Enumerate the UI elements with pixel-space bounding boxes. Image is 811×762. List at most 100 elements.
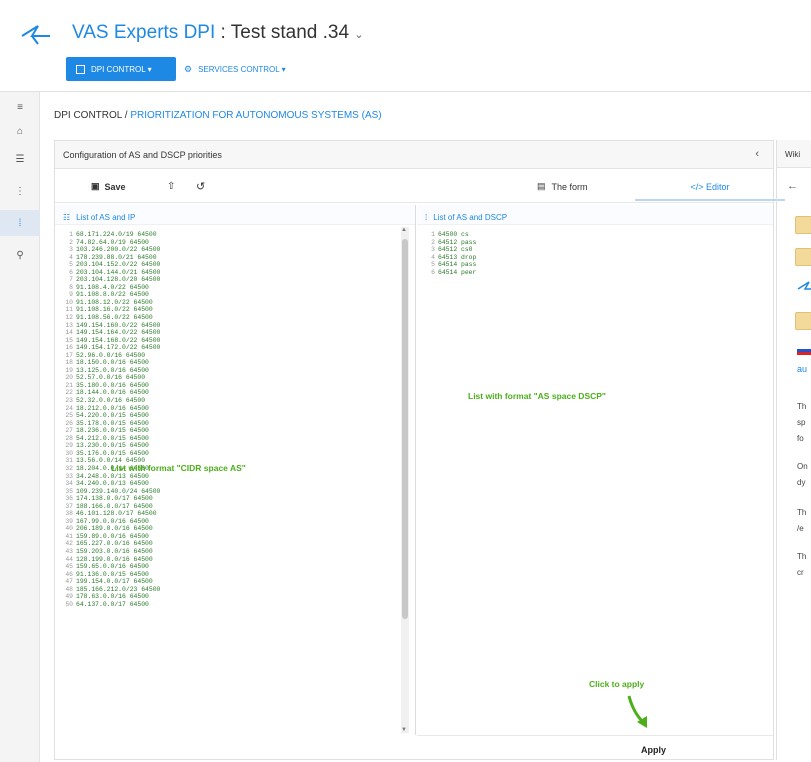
dpi-control-menu-button[interactable]: DPI CONTROL ▾	[66, 57, 176, 81]
chevron-down-icon[interactable]: ⌄	[354, 29, 363, 41]
wiki-chip[interactable]	[795, 248, 811, 266]
flag-icon[interactable]	[797, 346, 811, 355]
menu-icon[interactable]: ≡	[0, 94, 40, 120]
code-text: 128.199.0.0/16 64500	[76, 555, 153, 563]
arrow-left-icon[interactable]: ←	[787, 180, 798, 192]
scrollbar-thumb[interactable]	[402, 239, 408, 619]
code-text: 52.57.0.0/16 64500	[76, 374, 146, 382]
wiki-chip[interactable]	[795, 216, 811, 234]
line-number: 4	[69, 253, 73, 261]
editor-divider	[415, 205, 416, 735]
wiki-text: dy	[797, 478, 806, 487]
form-icon: ▤	[537, 181, 546, 191]
line-number: 5	[69, 261, 73, 269]
services-control-label: SERVICES CONTROL ▾	[198, 64, 286, 74]
code-text: 199.154.0.0/17 64500	[76, 578, 153, 586]
line-number: 6	[431, 268, 435, 276]
code-line: 21 35.180.0.0/16 64500	[61, 382, 401, 390]
code-text: 74.82.64.0/19 64500	[76, 238, 149, 246]
code-text: 91.136.0.0/15 64500	[76, 570, 149, 578]
code-text: 18.150.0.0/16 64500	[76, 359, 149, 367]
code-line: 2 74.82.64.0/19 64500	[61, 239, 401, 247]
tab-form[interactable]: ▤ The form	[537, 181, 588, 192]
app-title[interactable]: VAS Experts DPI : Test stand .34 ⌄	[72, 22, 364, 44]
code-text: 206.189.0.0/16 64500	[76, 525, 153, 533]
save-button[interactable]: ▣ Save	[91, 181, 126, 192]
code-text: 54.212.0.0/15 64500	[76, 434, 149, 442]
footer-divider	[417, 735, 773, 736]
editor-scrollbar[interactable]: ▲ ▼	[401, 227, 409, 733]
code-line: 48 185.166.212.0/23 64500	[61, 586, 401, 594]
line-number: 22	[65, 389, 73, 397]
brand-name: VAS Experts DPI	[72, 22, 216, 43]
code-line: 12 91.108.56.0/22 64500	[61, 314, 401, 322]
list-icon[interactable]: ☰	[0, 146, 40, 172]
services-control-menu-button[interactable]: ⚙ SERVICES CONTROL ▾	[184, 57, 286, 81]
line-number: 29	[65, 442, 73, 450]
home-icon[interactable]: ⌂	[0, 118, 40, 144]
code-line: 15 149.154.168.0/22 64500	[61, 337, 401, 345]
code-text: 109.239.140.0/24 64500	[76, 487, 161, 495]
chart-icon[interactable]: ⋮	[0, 178, 40, 204]
code-line: 1 68.171.224.0/19 64500	[61, 231, 401, 239]
code-text: 52.96.0.0/16 64500	[76, 351, 146, 359]
code-text: 64500 cs	[438, 231, 469, 238]
apply-button[interactable]: Apply	[641, 745, 666, 755]
upload-icon[interactable]: ⇧	[167, 181, 175, 192]
priority-icon[interactable]: ⁞	[0, 210, 40, 236]
line-number: 33	[65, 472, 73, 480]
code-text: 203.104.128.0/20 64500	[76, 276, 161, 284]
code-line: 49 178.63.0.0/16 64500	[61, 593, 401, 601]
code-line: 43 159.203.0.0/16 64500	[61, 548, 401, 556]
line-number: 35	[65, 487, 73, 495]
code-text: 91.108.8.0/22 64500	[76, 291, 149, 299]
user-icon[interactable]: ⚲	[0, 242, 40, 268]
line-number: 15	[65, 336, 73, 344]
logo-icon	[797, 281, 811, 290]
code-text: 165.227.0.0/16 64500	[76, 540, 153, 548]
code-text: 149.154.160.0/22 64500	[76, 321, 161, 329]
code-line: 20 52.57.0.0/16 64500	[61, 374, 401, 382]
code-line: 4 178.239.88.0/21 64500	[61, 254, 401, 262]
code-text: 64.137.0.0/17 64500	[76, 600, 149, 608]
code-text: 103.246.200.0/22 64500	[76, 246, 161, 254]
tab-form-label: The form	[551, 181, 588, 192]
code-text: 64512 cs0	[438, 246, 473, 254]
code-line: 24 18.212.0.0/16 64500	[61, 405, 401, 413]
panel-title: Configuration of AS and DSCP priorities	[55, 141, 773, 169]
line-number: 2	[431, 238, 435, 246]
code-text: 13.125.0.0/16 64500	[76, 366, 149, 374]
as-dscp-editor[interactable]: 1 64500 cs 2 64512 pass 3 64512 cs0 4 64513 dro…	[423, 231, 723, 276]
code-line: 10 91.108.12.0/22 64500	[61, 299, 401, 307]
code-line: 27 18.236.0.0/15 64500	[61, 427, 401, 435]
code-line: 3 64512 cs0	[423, 246, 723, 254]
code-text: 167.99.0.0/16 64500	[76, 517, 149, 525]
code-line: 18 18.150.0.0/16 64500	[61, 359, 401, 367]
code-text: 203.104.152.0/22 64500	[76, 261, 161, 269]
code-text: 149.154.172.0/22 64500	[76, 344, 161, 352]
wiki-text: cr	[797, 568, 804, 577]
code-line: 14 149.154.164.0/22 64500	[61, 329, 401, 337]
list-icon: ☷	[63, 212, 71, 222]
breadcrumb-root[interactable]: DPI CONTROL	[54, 110, 122, 121]
line-number: 48	[65, 585, 73, 593]
code-text: 35.180.0.0/16 64500	[76, 381, 149, 389]
breadcrumb: DPI CONTROL / PRIORITIZATION FOR AUTONOM…	[54, 110, 382, 121]
line-number: 16	[65, 344, 73, 352]
as-ip-editor[interactable]: 1 68.171.224.0/19 64500 2 74.82.64.0/19 645…	[61, 231, 401, 736]
annotation-left: List with format "CIDR space AS"	[111, 463, 246, 473]
history-icon[interactable]: ↺	[196, 180, 205, 193]
collapse-icon[interactable]: ‹	[755, 148, 759, 160]
wiki-chip[interactable]	[795, 312, 811, 330]
tab-editor[interactable]: </> Editor	[635, 179, 785, 201]
settings-icon: ⚙	[184, 63, 193, 74]
line-number: 30	[65, 449, 73, 457]
scroll-up-icon[interactable]: ▲	[401, 227, 407, 233]
line-number: 26	[65, 419, 73, 427]
line-number: 3	[69, 246, 73, 254]
line-number: 24	[65, 404, 73, 412]
code-text: 34.248.0.0/13 64500	[76, 472, 149, 480]
code-line: 9 91.108.8.0/22 64500	[61, 291, 401, 299]
scroll-down-icon[interactable]: ▼	[401, 727, 407, 733]
list-icon: ⁞	[425, 212, 428, 222]
